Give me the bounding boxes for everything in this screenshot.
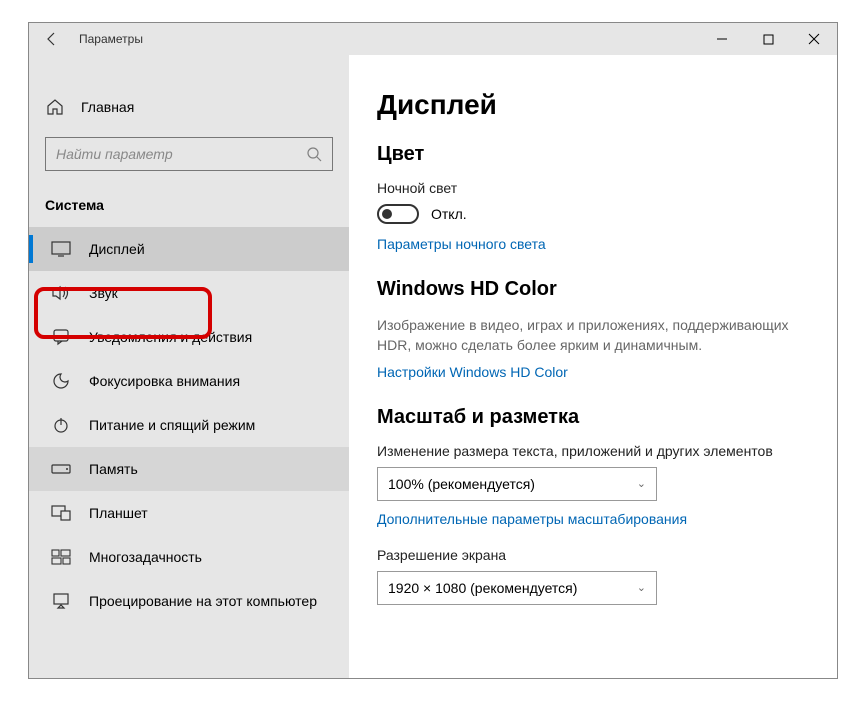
sound-icon xyxy=(51,283,71,303)
nightlight-toggle-state: Откл. xyxy=(431,206,467,222)
sidebar-item-label: Дисплей xyxy=(89,241,145,257)
projecting-icon xyxy=(51,591,71,611)
chevron-down-icon: ⌄ xyxy=(637,477,646,490)
home-label: Главная xyxy=(81,99,134,115)
sidebar: Главная Система Дисплей xyxy=(29,55,349,678)
sidebar-item-label: Планшет xyxy=(89,505,148,521)
nightlight-toggle[interactable] xyxy=(377,204,419,224)
multitasking-icon xyxy=(51,547,71,567)
nightlight-settings-link[interactable]: Параметры ночного света xyxy=(377,236,813,252)
tablet-icon xyxy=(51,503,71,523)
close-button[interactable] xyxy=(791,23,837,55)
nav-list: Дисплей Звук Уведомления и действия xyxy=(29,227,349,678)
notifications-icon xyxy=(51,327,71,347)
sidebar-item-label: Уведомления и действия xyxy=(89,329,252,345)
window-title: Параметры xyxy=(75,32,143,46)
sidebar-item-label: Звук xyxy=(89,285,118,301)
back-button[interactable] xyxy=(29,23,75,55)
sidebar-item-multitasking[interactable]: Многозадачность xyxy=(29,535,349,579)
sidebar-item-notifications[interactable]: Уведомления и действия xyxy=(29,315,349,359)
sidebar-item-sound[interactable]: Звук xyxy=(29,271,349,315)
sidebar-item-projecting[interactable]: Проецирование на этот компьютер xyxy=(29,579,349,623)
scale-label: Изменение размера текста, приложений и д… xyxy=(377,443,813,459)
maximize-button[interactable] xyxy=(745,23,791,55)
scale-dropdown[interactable]: 100% (рекомендуется) ⌄ xyxy=(377,467,657,501)
sidebar-item-label: Память xyxy=(89,461,138,477)
settings-window: Параметры Главная xyxy=(28,22,838,679)
sidebar-item-label: Фокусировка внимания xyxy=(89,373,240,389)
advanced-scaling-link[interactable]: Дополнительные параметры масштабирования xyxy=(377,511,813,527)
focus-icon xyxy=(51,371,71,391)
sidebar-item-label: Питание и спящий режим xyxy=(89,417,255,433)
sidebar-item-focus[interactable]: Фокусировка внимания xyxy=(29,359,349,403)
resolution-dropdown-value: 1920 × 1080 (рекомендуется) xyxy=(388,580,577,596)
hd-settings-link[interactable]: Настройки Windows HD Color xyxy=(377,364,813,380)
sidebar-item-power[interactable]: Питание и спящий режим xyxy=(29,403,349,447)
section-scale-heading: Масштаб и разметка xyxy=(377,406,813,429)
sidebar-item-storage[interactable]: Память xyxy=(29,447,349,491)
sidebar-item-label: Многозадачность xyxy=(89,549,202,565)
search-input[interactable] xyxy=(56,146,306,162)
home-icon xyxy=(45,98,65,116)
titlebar: Параметры xyxy=(29,23,837,55)
nightlight-toggle-row: Откл. xyxy=(377,204,813,224)
home-button[interactable]: Главная xyxy=(29,85,349,129)
section-hd-heading: Windows HD Color xyxy=(377,278,813,301)
scale-dropdown-value: 100% (рекомендуется) xyxy=(388,476,535,492)
search-box[interactable] xyxy=(45,137,333,171)
resolution-dropdown[interactable]: 1920 × 1080 (рекомендуется) ⌄ xyxy=(377,571,657,605)
content-pane: Дисплей Цвет Ночной свет Откл. Параметры… xyxy=(349,55,837,678)
sidebar-item-label: Проецирование на этот компьютер xyxy=(89,593,317,609)
page-title: Дисплей xyxy=(377,89,813,121)
hd-description: Изображение в видео, играх и приложениях… xyxy=(377,315,813,356)
display-icon xyxy=(51,239,71,259)
power-icon xyxy=(51,415,71,435)
sidebar-item-display[interactable]: Дисплей xyxy=(29,227,349,271)
nightlight-label: Ночной свет xyxy=(377,180,813,196)
section-color-heading: Цвет xyxy=(377,143,813,166)
storage-icon xyxy=(51,459,71,479)
sidebar-item-tablet[interactable]: Планшет xyxy=(29,491,349,535)
chevron-down-icon: ⌄ xyxy=(637,581,646,594)
window-body: Главная Система Дисплей xyxy=(29,55,837,678)
category-label: Система xyxy=(29,175,349,227)
minimize-button[interactable] xyxy=(699,23,745,55)
search-icon xyxy=(306,146,322,162)
resolution-label: Разрешение экрана xyxy=(377,547,813,563)
